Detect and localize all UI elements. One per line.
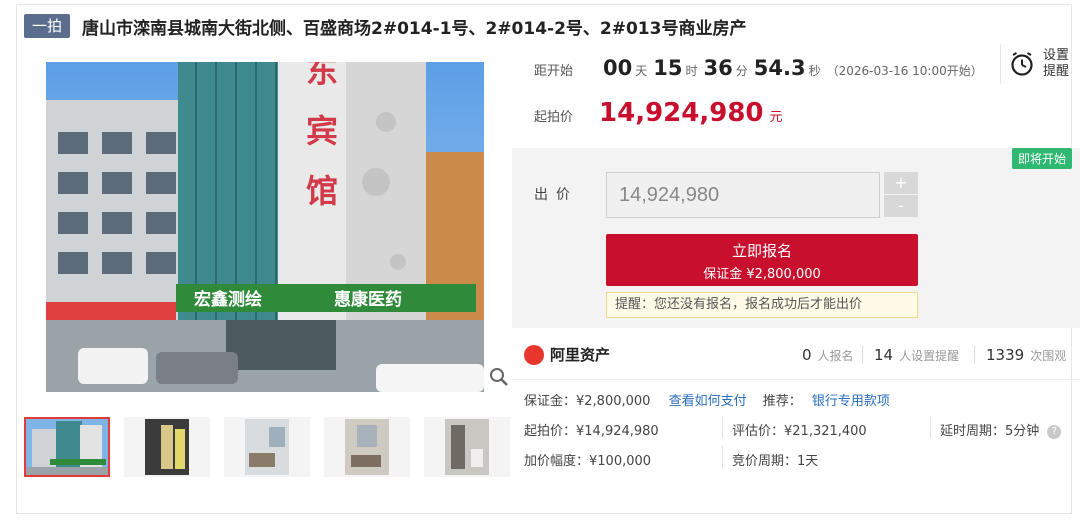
alarm-clock-icon (1011, 52, 1033, 76)
countdown-row: 距开始 00 天 15 时 36 分 54.3 秒 （2026-03-16 10… (534, 56, 983, 80)
detail-divider (930, 416, 931, 438)
bid-label: 出价 (534, 187, 578, 203)
deposit-text: 保证金：¥2,800,000 (524, 394, 651, 409)
thumbnail-4[interactable] (324, 417, 410, 477)
stat-views-count: 1339 (986, 346, 1025, 364)
auction-round-badge: 一拍 (24, 14, 71, 38)
stat-views: 1339 次围观 (986, 346, 1066, 364)
platform-logo[interactable]: 阿里资产 (524, 344, 610, 365)
hotel-sign-char-3: 馆 (306, 172, 338, 210)
detail-delay: 延时周期：5分钟 (940, 424, 1040, 439)
thumbnail-bathroom-image (445, 419, 489, 475)
recommend-label: 推荐： (762, 394, 802, 409)
thumbnail-corridor-image (145, 419, 189, 475)
start-price-row: 起拍价 14,924,980 元 (534, 98, 783, 128)
recommend-link[interactable]: 银行专用款项 (812, 394, 890, 409)
stat-signups-count: 0 (802, 346, 812, 364)
detail-delay-row: 延时周期：5分钟 ? (940, 420, 1062, 439)
set-reminder-button[interactable]: 设置提醒 (1000, 44, 1074, 84)
start-price-label: 起拍价 (534, 110, 574, 125)
countdown-hours: 15 (653, 56, 683, 80)
thumbnail-2[interactable] (124, 417, 210, 477)
countdown-seconds: 54.3 (753, 56, 806, 80)
magnify-icon[interactable] (488, 366, 510, 388)
how-to-pay-link[interactable]: 查看如何支付 (669, 394, 747, 409)
help-icon[interactable]: ? (1047, 424, 1062, 439)
main-property-image[interactable]: 东 宾 馆 宏鑫测绘 惠康医药 (46, 62, 484, 392)
stat-signups-label: 人报名 (817, 349, 854, 363)
ali-logo-icon (524, 344, 544, 365)
stat-signups: 0 人报名 (802, 346, 854, 364)
detail-increment: 加价幅度：¥100,000 (524, 454, 652, 469)
signup-button[interactable]: 立即报名 保证金 ¥2,800,000 (606, 234, 918, 286)
page-title: 唐山市滦南县城南大街北侧、百盛商场2#014-1号、2#014-2号、2#013… (82, 18, 747, 39)
shop-sign-1: 宏鑫测绘 (194, 289, 262, 310)
thumbnail-building-image (26, 419, 108, 475)
signup-deposit-text: 保证金 ¥2,800,000 (703, 267, 821, 282)
countdown-seconds-unit: 秒 (808, 64, 821, 78)
title-row: 一拍 唐山市滦南县城南大街北侧、百盛商场2#014-1号、2#014-2号、2#… (24, 14, 747, 39)
signup-button-label: 立即报名 (731, 242, 792, 260)
countdown-hours-unit: 时 (685, 64, 698, 78)
thumbnail-room-image (345, 419, 389, 475)
platform-name: 阿里资产 (550, 346, 611, 364)
detail-bid-period: 竞价周期：1天 (732, 454, 819, 469)
deposit-row: 保证金：¥2,800,000 查看如何支付 推荐： 银行专用款项 (524, 390, 890, 409)
bid-panel: 即将开始 出价 14,924,980 + - 立即报名 保证金 ¥2,800,0… (512, 148, 1080, 328)
countdown-label: 距开始 (534, 64, 574, 79)
signup-tip: 提醒：您还没有报名，报名成功后才能出价 (606, 292, 918, 318)
stat-divider (974, 346, 975, 364)
detail-divider (722, 446, 723, 468)
stat-reminders-label: 人设置提醒 (899, 349, 960, 363)
thumbnail-strip (24, 417, 524, 477)
hotel-sign-char-1: 东 (306, 62, 338, 90)
hotel-sign-char-2: 宾 (306, 112, 338, 150)
stat-reminders: 14 人设置提醒 (874, 346, 959, 364)
start-price-value: 14,924,980 (599, 98, 764, 128)
countdown-days-unit: 天 (635, 64, 648, 78)
decrease-bid-button[interactable]: - (884, 195, 918, 217)
countdown-start-time: （2026-03-16 10:00开始） (826, 64, 983, 78)
building-photo: 东 宾 馆 宏鑫测绘 惠康医药 (46, 62, 484, 392)
countdown-minutes: 36 (703, 56, 733, 80)
stats-row: 阿里资产 0 人报名 14 人设置提醒 1339 次围观 (512, 330, 1080, 380)
stat-reminders-count: 14 (874, 346, 894, 364)
thumbnail-5[interactable] (424, 417, 510, 477)
stat-views-label: 次围观 (1030, 349, 1067, 363)
set-reminder-label: 设置提醒 (1043, 48, 1070, 79)
detail-start-price: 起拍价：¥14,924,980 (524, 424, 659, 439)
status-badge: 即将开始 (1011, 148, 1072, 169)
increase-bid-button[interactable]: + (884, 172, 918, 194)
detail-appraisal: 评估价：¥21,321,400 (732, 424, 867, 439)
thumbnail-3[interactable] (224, 417, 310, 477)
stat-divider (862, 346, 863, 364)
countdown-days: 00 (603, 56, 633, 80)
start-price-unit: 元 (769, 110, 783, 125)
shop-sign-2: 惠康医药 (334, 289, 402, 310)
bid-amount-input[interactable]: 14,924,980 (606, 172, 880, 218)
detail-divider (722, 416, 723, 438)
countdown-minutes-unit: 分 (735, 64, 748, 78)
thumbnail-room-image (245, 419, 289, 475)
thumbnail-1[interactable] (24, 417, 110, 477)
